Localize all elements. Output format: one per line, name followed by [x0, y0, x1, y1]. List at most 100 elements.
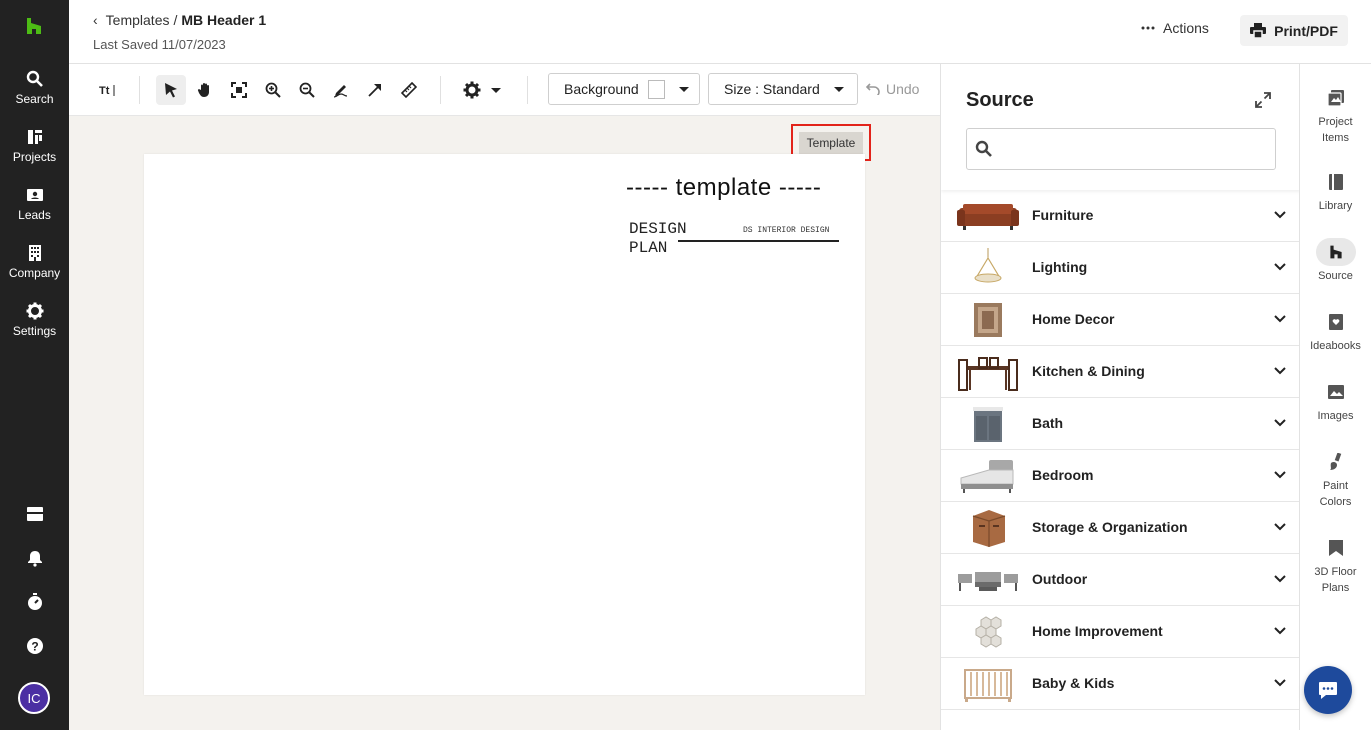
category-label: Furniture [1032, 207, 1094, 223]
settings-dropdown-button[interactable] [459, 75, 505, 105]
zoom-out-button[interactable] [292, 75, 322, 105]
category-outdoor[interactable]: Outdoor [941, 554, 1299, 606]
header-underline [678, 240, 839, 242]
template-title-text[interactable]: ----- template ----- [626, 174, 821, 202]
rail-label-line1: 3D Floor [1314, 566, 1357, 578]
actions-button[interactable]: Actions [1141, 20, 1209, 36]
rail-label-line2: Plans [1321, 582, 1350, 594]
design-plan-text[interactable]: DESIGN PLAN [629, 220, 687, 258]
text-tool-button[interactable]: Tt [93, 75, 123, 105]
chevron-down-icon [1274, 367, 1286, 375]
category-label: Bedroom [1032, 467, 1094, 483]
category-furniture[interactable]: Furniture [941, 190, 1299, 242]
category-home-improvement[interactable]: Home Improvement [941, 606, 1299, 658]
search-icon [975, 140, 993, 163]
category-label: Baby & Kids [1032, 675, 1115, 691]
fit-screen-icon [231, 82, 247, 98]
rail-3d-floor-plans[interactable]: 3D Floor Plans [1300, 534, 1371, 596]
category-label: Home Improvement [1032, 623, 1163, 639]
chevron-down-icon [833, 86, 844, 92]
fit-screen-button[interactable] [224, 75, 254, 105]
print-pdf-button[interactable]: Print/PDF [1240, 15, 1348, 46]
nav-notifications[interactable] [0, 549, 69, 567]
studio-name-text[interactable]: DS INTERIOR DESIGN [743, 226, 829, 235]
category-label: Lighting [1032, 259, 1088, 275]
avatar[interactable]: IC [18, 682, 50, 714]
category-storage-organization[interactable]: Storage & Organization [941, 502, 1299, 554]
home-improvement-thumbnail [975, 616, 1002, 648]
rail-ideabooks[interactable]: Ideabooks [1300, 308, 1371, 354]
top-header: ‹ Templates / MB Header 1 Last Saved 11/… [69, 0, 1371, 64]
nav-timer[interactable] [0, 593, 69, 611]
template-badge-label: Template [798, 131, 864, 154]
arrow-tool-button[interactable] [360, 75, 390, 105]
rail-library[interactable]: Library [1300, 168, 1371, 214]
ruler-icon [401, 82, 417, 98]
rail-source[interactable]: Source [1300, 238, 1371, 284]
right-rail: Project Items Library Source Ideabooks I… [1300, 64, 1371, 730]
source-search-input[interactable] [999, 129, 1269, 169]
chat-button[interactable] [1304, 666, 1352, 714]
nav-leads-label: Leads [18, 208, 51, 222]
nav-inbox[interactable] [0, 506, 69, 522]
category-bath[interactable]: Bath [941, 398, 1299, 450]
category-home-decor[interactable]: Home Decor [941, 294, 1299, 346]
category-partial[interactable] [941, 710, 1299, 730]
nav-projects-label: Projects [12, 150, 57, 164]
zoom-out-icon [299, 82, 315, 98]
bedroom-thumbnail [960, 460, 1014, 493]
select-tool-button[interactable] [156, 75, 186, 105]
leads-icon [26, 189, 43, 201]
size-label: Size : Standard [724, 81, 820, 97]
pan-tool-button[interactable] [190, 75, 220, 105]
rail-images[interactable]: Images [1300, 378, 1371, 424]
undo-button[interactable]: Undo [866, 81, 919, 97]
toolbar-divider [440, 76, 441, 104]
rail-paint-colors[interactable]: Paint Colors [1300, 448, 1371, 510]
help-icon: ? [26, 638, 43, 654]
chevron-left-icon[interactable]: ‹ [93, 12, 98, 28]
category-bedroom[interactable]: Bedroom [941, 450, 1299, 502]
source-search-field[interactable] [966, 128, 1276, 170]
houzz-source-icon [1315, 238, 1356, 266]
category-baby-kids[interactable]: Baby & Kids [941, 658, 1299, 710]
measure-tool-button[interactable] [394, 75, 424, 105]
zoom-in-button[interactable] [258, 75, 288, 105]
category-lighting[interactable]: Lighting [941, 242, 1299, 294]
breadcrumb-separator: / [173, 12, 178, 28]
nav-company[interactable]: Company [0, 244, 69, 280]
background-dropdown[interactable]: Background [548, 73, 700, 105]
nav-search[interactable]: Search [0, 70, 69, 106]
bath-thumbnail [973, 407, 1003, 442]
design-line-1: DESIGN [629, 220, 687, 238]
size-dropdown[interactable]: Size : Standard [708, 73, 858, 105]
printer-icon [1250, 23, 1267, 38]
nav-settings[interactable]: Settings [0, 302, 69, 338]
rail-label-line2: Colors [1319, 496, 1352, 508]
breadcrumb-current: MB Header 1 [181, 12, 267, 28]
breadcrumb-parent-link[interactable]: Templates [106, 12, 170, 28]
board-page[interactable]: ----- template ----- DESIGN PLAN DS INTE… [144, 154, 865, 695]
nav-settings-label: Settings [12, 324, 57, 338]
paint-brush-icon [1316, 448, 1356, 476]
nav-help[interactable]: ? [0, 637, 69, 655]
toolbar-divider [527, 76, 528, 104]
draw-tool-button[interactable] [326, 75, 356, 105]
houzz-logo-icon[interactable] [24, 16, 44, 36]
lighting-thumbnail [974, 248, 1002, 283]
canvas-area[interactable]: Template ----- template ----- DESIGN PLA… [69, 116, 940, 730]
baby-kids-thumbnail [964, 669, 1012, 702]
nav-leads[interactable]: Leads [0, 186, 69, 222]
chat-bubble-icon [1319, 682, 1337, 699]
zoom-in-icon [265, 82, 281, 98]
more-dots-icon [1141, 26, 1155, 30]
chevron-down-icon [1274, 471, 1286, 479]
category-kitchen-dining[interactable]: Kitchen & Dining [941, 346, 1299, 398]
rail-project-items[interactable]: Project Items [1300, 84, 1371, 146]
rail-label-line1: Project [1318, 116, 1353, 128]
nav-projects[interactable]: Projects [0, 128, 69, 164]
library-icon [1316, 168, 1356, 196]
breadcrumb: ‹ Templates / MB Header 1 [93, 12, 266, 28]
chevron-down-icon [1274, 575, 1286, 583]
expand-icon[interactable] [1255, 92, 1271, 113]
